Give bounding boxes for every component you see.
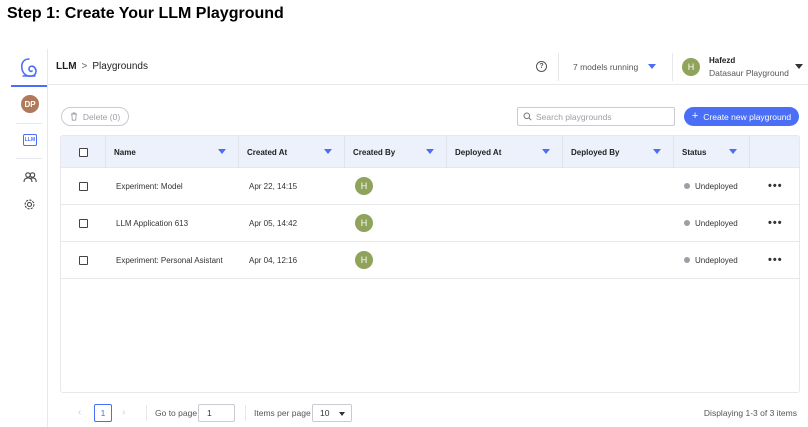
gear-icon[interactable]	[23, 198, 36, 211]
column-header-status[interactable]: Status	[674, 136, 750, 168]
help-icon[interactable]: ?	[536, 61, 547, 72]
row-created-at: Apr 22, 14:15	[249, 181, 298, 191]
divider	[672, 53, 673, 81]
table-row[interactable]: Experiment: Model Apr 22, 14:15 H Undepl…	[61, 168, 799, 205]
table-row[interactable]: Experiment: Personal Asistant Apr 04, 12…	[61, 242, 799, 279]
sort-caret-icon[interactable]	[729, 149, 737, 154]
items-per-page-value: 10	[320, 408, 330, 418]
divider	[245, 405, 246, 421]
create-playground-button[interactable]: + Create new playground	[684, 107, 799, 126]
sort-caret-icon[interactable]	[542, 149, 550, 154]
chevron-right-icon[interactable]: ›	[122, 407, 125, 418]
column-label: Deployed At	[455, 147, 502, 157]
sort-caret-icon[interactable]	[426, 149, 434, 154]
select-all-checkbox[interactable]	[78, 147, 88, 157]
table-row[interactable]: LLM Application 613 Apr 05, 14:42 H Unde…	[61, 205, 799, 242]
column-header-created-at[interactable]: Created At	[239, 136, 345, 168]
column-header-deployed-by[interactable]: Deployed By	[563, 136, 674, 168]
delete-button[interactable]: Delete (0)	[61, 107, 129, 126]
sort-caret-icon[interactable]	[324, 149, 332, 154]
displaying-count: Displaying 1-3 of 3 items	[703, 408, 797, 418]
left-rail: DP LLM	[8, 49, 48, 427]
breadcrumb: LLM > Playgrounds	[56, 61, 148, 72]
user-avatar[interactable]: H	[682, 58, 700, 76]
column-label: Created At	[247, 147, 288, 157]
plus-icon: +	[691, 110, 699, 122]
top-header: LLM > Playgrounds ? 7 models running H H…	[48, 49, 808, 85]
divider	[16, 158, 42, 159]
created-by-avatar: H	[355, 214, 373, 232]
goto-page-input[interactable]: 1	[198, 404, 235, 422]
divider	[146, 405, 147, 421]
search-field[interactable]	[517, 107, 675, 126]
column-header-created-by[interactable]: Created By	[345, 136, 447, 168]
user-name[interactable]: Hafezd	[709, 56, 735, 65]
active-indicator	[11, 85, 47, 87]
column-label: Status	[682, 147, 707, 157]
column-header-name[interactable]: Name	[106, 136, 239, 168]
status-dot-icon	[684, 183, 690, 189]
search-input[interactable]	[536, 111, 666, 122]
created-by-avatar: H	[355, 251, 373, 269]
create-button-label: Create new playground	[703, 111, 792, 122]
playgrounds-table: Name Created At Created By Deployed At D…	[60, 135, 800, 393]
column-header-deployed-at[interactable]: Deployed At	[447, 136, 563, 168]
column-label: Created By	[353, 147, 396, 157]
row-created-at: Apr 05, 14:42	[249, 218, 298, 228]
row-name[interactable]: Experiment: Model	[116, 168, 183, 204]
trash-icon	[70, 112, 77, 121]
sort-caret-icon[interactable]	[218, 149, 226, 154]
chevron-down-icon	[339, 412, 345, 416]
status-badge: Undeployed	[695, 255, 738, 265]
search-icon	[523, 112, 532, 121]
chevron-down-icon[interactable]	[648, 64, 656, 69]
created-by-avatar: H	[355, 177, 373, 195]
status-dot-icon	[684, 257, 690, 263]
column-label: Name	[114, 147, 136, 157]
row-checkbox[interactable]	[79, 218, 88, 228]
items-per-page-label: Items per page	[254, 408, 311, 418]
status-dot-icon	[684, 220, 690, 226]
user-org[interactable]: Datasaur Playground	[709, 68, 789, 78]
users-icon[interactable]	[23, 171, 37, 183]
select-all-cell	[61, 136, 106, 168]
goto-label: Go to page	[155, 408, 198, 418]
breadcrumb-root[interactable]: LLM	[56, 61, 77, 72]
row-checkbox[interactable]	[79, 181, 88, 191]
more-options-icon[interactable]: •••	[768, 180, 783, 192]
divider	[16, 123, 42, 124]
chevron-down-icon[interactable]	[795, 64, 803, 69]
table-header: Name Created At Created By Deployed At D…	[61, 136, 799, 168]
delete-button-label: Delete (0)	[82, 111, 121, 122]
status-badge: Undeployed	[695, 218, 738, 228]
app-window: DP LLM LLM > Playgrounds ? 7 models runn…	[8, 49, 808, 427]
avatar[interactable]: DP	[21, 95, 39, 113]
sort-caret-icon[interactable]	[653, 149, 661, 154]
status-badge: Undeployed	[695, 181, 738, 191]
row-created-at: Apr 04, 12:16	[249, 255, 298, 265]
divider	[558, 53, 559, 81]
row-name[interactable]: LLM Application 613	[116, 205, 188, 241]
models-running-dropdown[interactable]: 7 models running	[573, 62, 638, 72]
column-header-actions	[750, 136, 799, 168]
more-options-icon[interactable]: •••	[768, 254, 783, 266]
current-page-button[interactable]: 1	[94, 404, 112, 422]
more-options-icon[interactable]: •••	[768, 217, 783, 229]
chevron-left-icon[interactable]: ‹	[78, 407, 81, 418]
row-name[interactable]: Experiment: Personal Asistant	[116, 242, 223, 278]
breadcrumb-current: Playgrounds	[92, 61, 148, 72]
step-title: Step 1: Create Your LLM Playground	[7, 5, 284, 22]
items-per-page-select[interactable]: 10	[312, 404, 352, 422]
breadcrumb-separator: >	[81, 61, 88, 72]
logo-icon[interactable]	[19, 57, 39, 79]
pagination: ‹ 1 › Go to page 1 Items per page 10 Dis…	[60, 403, 800, 423]
row-checkbox[interactable]	[79, 255, 88, 265]
column-label: Deployed By	[571, 147, 620, 157]
llm-icon[interactable]: LLM	[23, 134, 37, 146]
